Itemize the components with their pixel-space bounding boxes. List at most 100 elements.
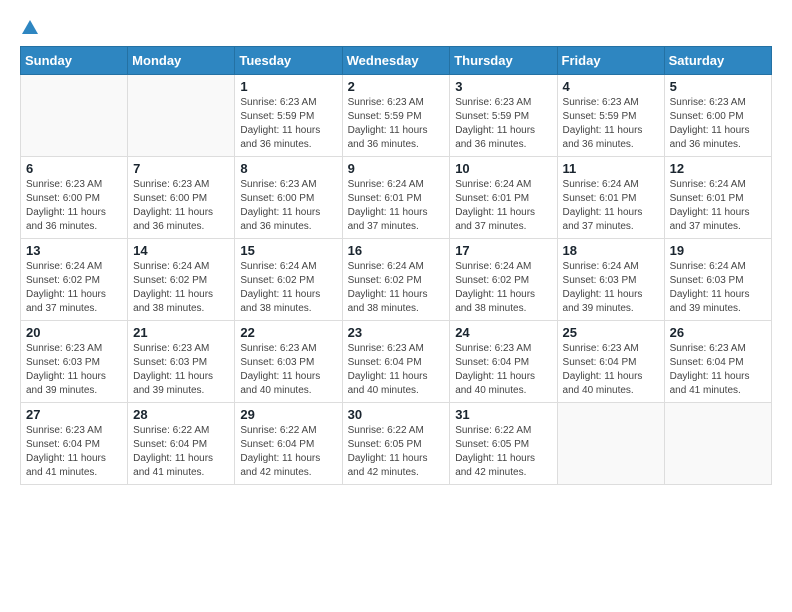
calendar-week-row: 20 Sunrise: 6:23 AM Sunset: 6:03 PM Dayli… bbox=[21, 321, 772, 403]
day-info: Sunrise: 6:24 AM Sunset: 6:02 PM Dayligh… bbox=[348, 260, 445, 316]
day-number: 14 bbox=[133, 243, 229, 258]
calendar-cell: 4Sunrise: 6:23 AM Sunset: 5:59 PM Daylig… bbox=[557, 75, 664, 157]
calendar-week-row: 13Sunrise: 6:24 AM Sunset: 6:02 PM Dayli… bbox=[21, 239, 772, 321]
calendar-cell: 30Sunrise: 6:22 AM Sunset: 6:05 PM Dayli… bbox=[342, 403, 450, 485]
day-number: 8 bbox=[240, 161, 336, 176]
calendar-cell: 24 Sunrise: 6:23 AM Sunset: 6:04 PM Dayli… bbox=[450, 321, 557, 403]
calendar-cell bbox=[21, 75, 128, 157]
day-number: 25 bbox=[563, 325, 659, 340]
calendar-cell: 26 Sunrise: 6:23 AM Sunset: 6:04 PM Dayli… bbox=[664, 321, 771, 403]
day-info: Sunrise: 6:23 AM Sunset: 5:59 PM Dayligh… bbox=[348, 96, 445, 152]
calendar-cell: 18 Sunrise: 6:24 AM Sunset: 6:03 PM Dayli… bbox=[557, 239, 664, 321]
day-number: 16 bbox=[348, 243, 445, 258]
day-number: 23 bbox=[348, 325, 445, 340]
calendar-cell: 22 Sunrise: 6:23 AM Sunset: 6:03 PM Dayli… bbox=[235, 321, 342, 403]
day-number: 3 bbox=[455, 79, 551, 94]
day-info: Sunrise: 6:23 AM Sunset: 6:00 PM Dayligh… bbox=[670, 96, 766, 152]
calendar-cell: 21Sunrise: 6:23 AM Sunset: 6:03 PM Dayli… bbox=[128, 321, 235, 403]
logo-icon bbox=[22, 20, 38, 34]
day-number: 17 bbox=[455, 243, 551, 258]
weekday-header-row: SundayMondayTuesdayWednesdayThursdayFrid… bbox=[21, 47, 772, 75]
day-info: Sunrise: 6:24 AM Sunset: 6:02 PM Dayligh… bbox=[455, 260, 551, 316]
day-number: 19 bbox=[670, 243, 766, 258]
calendar-week-row: 6 Sunrise: 6:23 AM Sunset: 6:00 PM Daylig… bbox=[21, 157, 772, 239]
day-info: Sunrise: 6:23 AM Sunset: 6:04 PM Dayligh… bbox=[670, 342, 766, 398]
day-number: 10 bbox=[455, 161, 551, 176]
calendar-cell: 7 Sunrise: 6:23 AM Sunset: 6:00 PM Daylig… bbox=[128, 157, 235, 239]
day-info: Sunrise: 6:24 AM Sunset: 6:01 PM Dayligh… bbox=[563, 178, 659, 234]
calendar-cell: 3 Sunrise: 6:23 AM Sunset: 5:59 PM Daylig… bbox=[450, 75, 557, 157]
day-number: 29 bbox=[240, 407, 336, 422]
day-number: 7 bbox=[133, 161, 229, 176]
calendar-cell: 1Sunrise: 6:23 AM Sunset: 5:59 PM Daylig… bbox=[235, 75, 342, 157]
calendar-cell: 19 Sunrise: 6:24 AM Sunset: 6:03 PM Dayli… bbox=[664, 239, 771, 321]
day-info: Sunrise: 6:24 AM Sunset: 6:03 PM Dayligh… bbox=[670, 260, 766, 316]
day-number: 4 bbox=[563, 79, 659, 94]
day-number: 26 bbox=[670, 325, 766, 340]
calendar-cell: 23 Sunrise: 6:23 AM Sunset: 6:04 PM Dayli… bbox=[342, 321, 450, 403]
day-number: 15 bbox=[240, 243, 336, 258]
day-info: Sunrise: 6:23 AM Sunset: 6:03 PM Dayligh… bbox=[133, 342, 229, 398]
day-info: Sunrise: 6:22 AM Sunset: 6:04 PM Dayligh… bbox=[240, 424, 336, 480]
day-info: Sunrise: 6:23 AM Sunset: 6:04 PM Dayligh… bbox=[348, 342, 445, 398]
calendar-cell: 16 Sunrise: 6:24 AM Sunset: 6:02 PM Dayli… bbox=[342, 239, 450, 321]
calendar-table: SundayMondayTuesdayWednesdayThursdayFrid… bbox=[20, 46, 772, 485]
day-info: Sunrise: 6:23 AM Sunset: 5:59 PM Dayligh… bbox=[455, 96, 551, 152]
calendar-cell: 6Sunrise: 6:23 AM Sunset: 6:00 PM Daylig… bbox=[21, 157, 128, 239]
day-info: Sunrise: 6:23 AM Sunset: 6:04 PM Dayligh… bbox=[455, 342, 551, 398]
day-number: 2 bbox=[348, 79, 445, 94]
day-info: Sunrise: 6:24 AM Sunset: 6:01 PM Dayligh… bbox=[670, 178, 766, 234]
day-number: 11 bbox=[563, 161, 659, 176]
day-number: 20 bbox=[26, 325, 122, 340]
day-info: Sunrise: 6:23 AM Sunset: 6:04 PM Dayligh… bbox=[26, 424, 122, 480]
calendar-week-row: 1Sunrise: 6:23 AM Sunset: 5:59 PM Daylig… bbox=[21, 75, 772, 157]
weekday-header: Tuesday bbox=[235, 47, 342, 75]
day-number: 28 bbox=[133, 407, 229, 422]
calendar-cell: 8 Sunrise: 6:23 AM Sunset: 6:00 PM Daylig… bbox=[235, 157, 342, 239]
header bbox=[20, 20, 772, 34]
day-number: 31 bbox=[455, 407, 551, 422]
day-info: Sunrise: 6:24 AM Sunset: 6:01 PM Dayligh… bbox=[348, 178, 445, 234]
day-number: 30 bbox=[348, 407, 445, 422]
calendar-cell: 10 Sunrise: 6:24 AM Sunset: 6:01 PM Dayli… bbox=[450, 157, 557, 239]
weekday-header: Wednesday bbox=[342, 47, 450, 75]
calendar-cell: 25 Sunrise: 6:23 AM Sunset: 6:04 PM Dayli… bbox=[557, 321, 664, 403]
day-info: Sunrise: 6:24 AM Sunset: 6:02 PM Dayligh… bbox=[240, 260, 336, 316]
weekday-header: Sunday bbox=[21, 47, 128, 75]
day-number: 12 bbox=[670, 161, 766, 176]
weekday-header: Monday bbox=[128, 47, 235, 75]
logo bbox=[20, 20, 38, 34]
day-info: Sunrise: 6:22 AM Sunset: 6:05 PM Dayligh… bbox=[455, 424, 551, 480]
calendar-cell: 17 Sunrise: 6:24 AM Sunset: 6:02 PM Dayli… bbox=[450, 239, 557, 321]
calendar-cell: 28 Sunrise: 6:22 AM Sunset: 6:04 PM Dayli… bbox=[128, 403, 235, 485]
day-info: Sunrise: 6:23 AM Sunset: 6:00 PM Dayligh… bbox=[240, 178, 336, 234]
day-number: 6 bbox=[26, 161, 122, 176]
day-info: Sunrise: 6:22 AM Sunset: 6:04 PM Dayligh… bbox=[133, 424, 229, 480]
day-info: Sunrise: 6:24 AM Sunset: 6:02 PM Dayligh… bbox=[26, 260, 122, 316]
calendar-cell: 12 Sunrise: 6:24 AM Sunset: 6:01 PM Dayli… bbox=[664, 157, 771, 239]
day-number: 22 bbox=[240, 325, 336, 340]
day-info: Sunrise: 6:24 AM Sunset: 6:01 PM Dayligh… bbox=[455, 178, 551, 234]
calendar-cell: 5 Sunrise: 6:23 AM Sunset: 6:00 PM Daylig… bbox=[664, 75, 771, 157]
calendar-cell: 29 Sunrise: 6:22 AM Sunset: 6:04 PM Dayli… bbox=[235, 403, 342, 485]
day-info: Sunrise: 6:23 AM Sunset: 6:04 PM Dayligh… bbox=[563, 342, 659, 398]
calendar-cell bbox=[664, 403, 771, 485]
calendar-cell: 11 Sunrise: 6:24 AM Sunset: 6:01 PM Dayli… bbox=[557, 157, 664, 239]
calendar-week-row: 27 Sunrise: 6:23 AM Sunset: 6:04 PM Dayli… bbox=[21, 403, 772, 485]
day-info: Sunrise: 6:23 AM Sunset: 6:00 PM Dayligh… bbox=[133, 178, 229, 234]
day-number: 5 bbox=[670, 79, 766, 94]
day-info: Sunrise: 6:24 AM Sunset: 6:03 PM Dayligh… bbox=[563, 260, 659, 316]
calendar-cell bbox=[557, 403, 664, 485]
calendar-cell: 15 Sunrise: 6:24 AM Sunset: 6:02 PM Dayli… bbox=[235, 239, 342, 321]
day-number: 18 bbox=[563, 243, 659, 258]
day-info: Sunrise: 6:23 AM Sunset: 5:59 PM Dayligh… bbox=[240, 96, 336, 152]
weekday-header: Saturday bbox=[664, 47, 771, 75]
day-info: Sunrise: 6:23 AM Sunset: 6:03 PM Dayligh… bbox=[240, 342, 336, 398]
day-number: 24 bbox=[455, 325, 551, 340]
calendar-cell: 14Sunrise: 6:24 AM Sunset: 6:02 PM Dayli… bbox=[128, 239, 235, 321]
calendar-cell: 27 Sunrise: 6:23 AM Sunset: 6:04 PM Dayli… bbox=[21, 403, 128, 485]
calendar-cell: 2 Sunrise: 6:23 AM Sunset: 5:59 PM Daylig… bbox=[342, 75, 450, 157]
weekday-header: Friday bbox=[557, 47, 664, 75]
calendar-cell: 9Sunrise: 6:24 AM Sunset: 6:01 PM Daylig… bbox=[342, 157, 450, 239]
day-number: 27 bbox=[26, 407, 122, 422]
